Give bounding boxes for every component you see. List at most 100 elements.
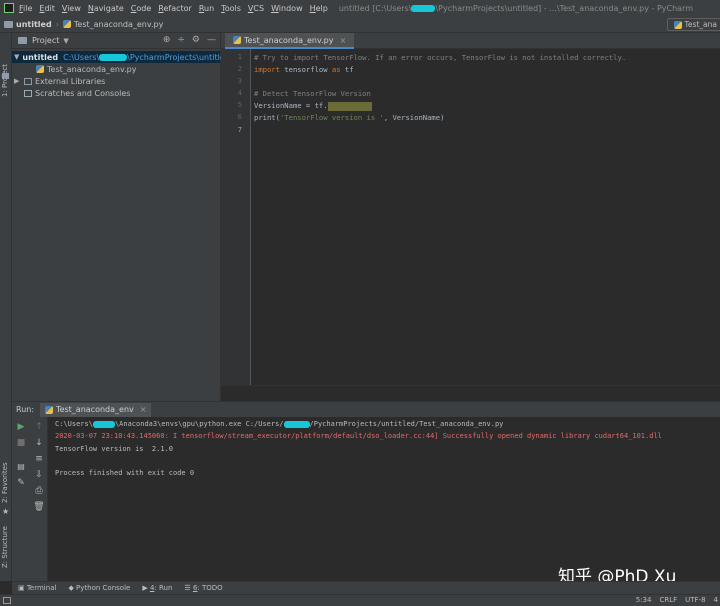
- rerun-icon[interactable]: ▶: [15, 421, 27, 433]
- tree-external-libraries-label: External Libraries: [35, 76, 106, 86]
- line-separator[interactable]: CRLF: [659, 596, 677, 604]
- console-command-line: C:\Users\ \Anaconda3\envs\gpu\python.exe …: [55, 420, 503, 428]
- window-title-start: untitled [C:\Users\: [338, 3, 412, 13]
- todo-tab[interactable]: ☰ 6: TODO: [184, 584, 222, 592]
- menu-run[interactable]: Run: [199, 4, 214, 13]
- run-tool-tab[interactable]: ▶ 4: Run: [142, 584, 172, 592]
- console-exit-line: Process finished with exit code 0: [55, 469, 195, 477]
- scratches-icon: [24, 89, 32, 97]
- collapse-all-icon[interactable]: ÷: [177, 35, 185, 45]
- scroll-to-end-icon[interactable]: ⇩: [33, 469, 45, 481]
- project-panel-tools: ⊕ ÷ ⚙ —: [163, 35, 216, 45]
- obscured-code: [327, 101, 372, 111]
- editor-tab-active[interactable]: Test_anaconda_env.py ×: [225, 33, 355, 49]
- folder-icon: [4, 20, 13, 28]
- terminal-tab[interactable]: ▣ Terminal: [18, 584, 56, 592]
- breadcrumb-file[interactable]: Test_anaconda_env.py: [74, 20, 163, 29]
- menu-edit[interactable]: Edit: [39, 4, 55, 13]
- line-number: 3: [237, 77, 242, 85]
- tree-item-scratches[interactable]: Scratches and Consoles: [12, 87, 220, 99]
- locate-file-icon[interactable]: ⊕: [163, 35, 171, 45]
- menu-view[interactable]: View: [62, 4, 81, 13]
- tool-windows-toggle-icon[interactable]: [3, 597, 11, 604]
- trash-icon[interactable]: 🗑: [33, 501, 45, 513]
- window-title: untitled [C:\Users\ \PycharmProjects\unti…: [339, 4, 693, 13]
- todo-tab-label: : TODO: [197, 584, 223, 592]
- window-title-end: \PycharmProjects\untitled] - ...\Test_an…: [435, 3, 694, 13]
- run-label: Run:: [16, 405, 35, 414]
- tree-root-name: untitled: [22, 52, 59, 62]
- line-number: 6: [237, 113, 242, 121]
- run-configuration-selector[interactable]: Test_ana: [666, 18, 720, 31]
- code-editor[interactable]: # Try to import TensorFlow. If an error …: [252, 49, 720, 385]
- gear-icon[interactable]: ⚙: [192, 35, 200, 45]
- project-tool-icon: [2, 73, 9, 79]
- navigation-bar: untitled › Test_anaconda_env.py Test_ana: [0, 16, 720, 33]
- python-console-tab[interactable]: ◆ Python Console: [68, 584, 130, 592]
- python-file-icon: [36, 65, 44, 73]
- menu-navigate[interactable]: Navigate: [88, 4, 124, 13]
- arrow-down-icon[interactable]: ↓: [33, 437, 45, 449]
- run-icon: ▶: [142, 584, 150, 592]
- tree-file-name: Test_anaconda_env.py: [47, 64, 137, 74]
- menu-window[interactable]: Window: [271, 4, 303, 13]
- menu-refactor[interactable]: Refactor: [158, 4, 192, 13]
- run-console[interactable]: C:\Users\ \Anaconda3\envs\gpu\python.exe …: [48, 417, 720, 581]
- string-literal: 'TensorFlow version is ': [279, 113, 384, 122]
- keyword-as: as: [331, 65, 341, 74]
- caret-position[interactable]: 5:34: [636, 596, 652, 604]
- code-line-2: import tensorflow as tf: [254, 65, 354, 74]
- hide-panel-icon[interactable]: —: [207, 35, 216, 45]
- tree-item-file[interactable]: Test_anaconda_env.py: [12, 63, 220, 75]
- python-console-tab-label: Python Console: [76, 584, 131, 592]
- indent-setting[interactable]: 4: [714, 596, 718, 604]
- tree-item-external-libraries[interactable]: ▶ External Libraries: [12, 75, 220, 87]
- console-cmd-start: C:\Users\: [55, 420, 93, 428]
- layout-icon[interactable]: ▤: [15, 461, 27, 473]
- star-icon: ★: [2, 507, 10, 516]
- arrow-up-icon[interactable]: ↑: [33, 421, 45, 433]
- menu-vcs[interactable]: VCS: [248, 4, 264, 13]
- line-number: 2: [237, 65, 242, 73]
- print-icon[interactable]: ⎙: [33, 485, 45, 497]
- python-file-icon: [233, 36, 241, 44]
- tree-item-root[interactable]: ▼ untitled C:\Users\ \PycharmProjects\unt…: [12, 51, 230, 63]
- terminal-icon: ▣: [18, 584, 27, 592]
- project-panel: Project ▼ ⊕ ÷ ⚙ — ▼ untitled C:\Users\ \P…: [12, 33, 230, 401]
- close-icon[interactable]: ×: [339, 36, 346, 45]
- code-line-4: # Detect TensorFlow Version: [254, 89, 371, 98]
- tree-root-path-end: \PycharmProjects\untitled: [127, 52, 230, 62]
- redaction-mark: [92, 420, 115, 428]
- run-panel-header: Run: Test_anaconda_env ×: [12, 401, 720, 417]
- project-panel-header: Project ▼ ⊕ ÷ ⚙ —: [12, 33, 220, 49]
- python-console-icon: ◆: [68, 584, 77, 592]
- console-version-line: TensorFlow version is 2.1.0: [55, 445, 174, 453]
- project-view-selector[interactable]: Project: [32, 36, 59, 45]
- favorites-tool-window-button[interactable]: 2: Favorites: [1, 462, 9, 503]
- close-icon[interactable]: ×: [140, 405, 147, 414]
- code-line-1: # Try to import TensorFlow. If an error …: [254, 53, 627, 62]
- pin-icon[interactable]: ✎: [15, 477, 27, 489]
- library-icon: [24, 77, 32, 85]
- editor-tab-label: Test_anaconda_env.py: [244, 35, 334, 45]
- run-tab[interactable]: Test_anaconda_env ×: [40, 402, 152, 417]
- soft-wrap-icon[interactable]: ≡: [33, 453, 45, 465]
- tree-root-path-start: C:\Users\: [63, 52, 100, 62]
- expand-arrow-icon[interactable]: ▶: [14, 77, 24, 85]
- menu-code[interactable]: Code: [131, 4, 152, 13]
- file-encoding[interactable]: UTF-8: [685, 596, 705, 604]
- menu-help[interactable]: Help: [310, 4, 328, 13]
- chevron-down-icon[interactable]: ▼: [63, 37, 68, 45]
- line-number-current: 7: [237, 126, 242, 134]
- line-number: 5: [237, 101, 242, 109]
- structure-tool-window-button[interactable]: Z: Structure: [1, 526, 9, 568]
- redaction-mark: [283, 420, 310, 428]
- menu-file[interactable]: File: [19, 4, 32, 13]
- redaction-mark: [411, 4, 436, 12]
- project-tool-window-button[interactable]: 1: Project: [1, 64, 9, 97]
- expand-arrow-icon[interactable]: ▼: [14, 53, 19, 61]
- menu-tools[interactable]: Tools: [221, 4, 241, 13]
- stop-icon[interactable]: ■: [15, 437, 27, 449]
- keyword-import: import: [254, 65, 280, 74]
- breadcrumb-project[interactable]: untitled: [16, 20, 52, 29]
